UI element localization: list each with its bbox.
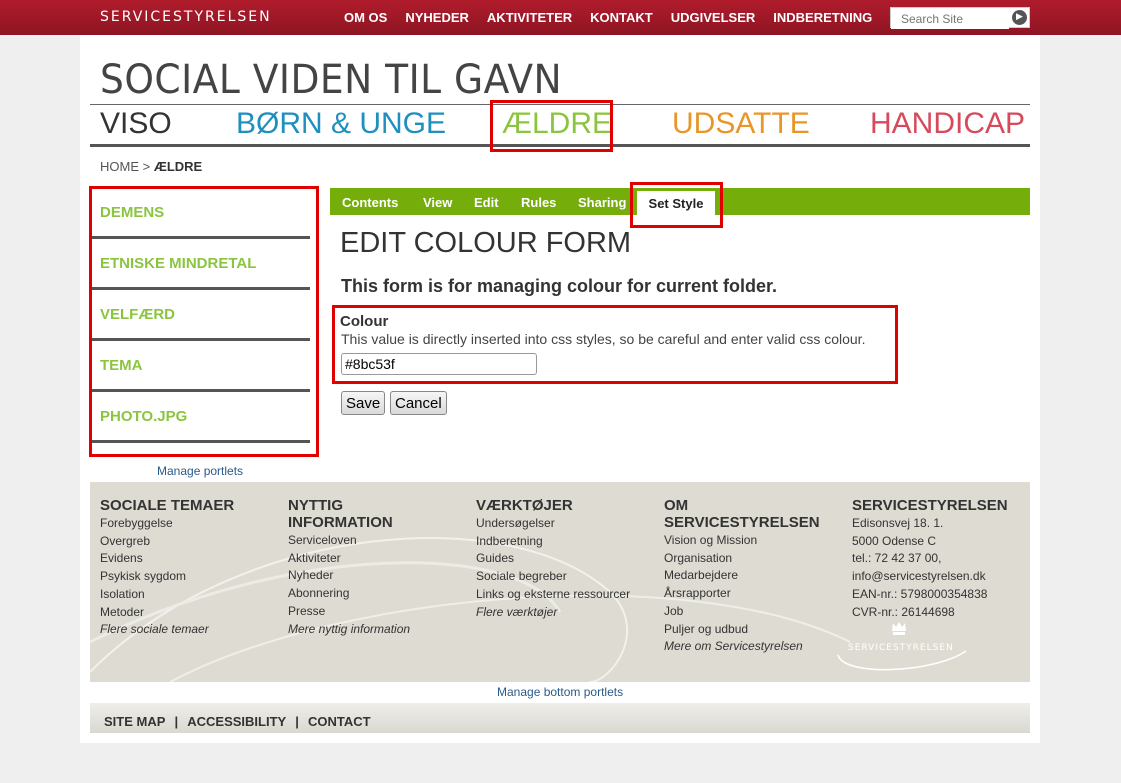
site-map-link[interactable]: SITE MAP [104, 714, 165, 729]
footer-more-link[interactable]: Mere nyttig information [288, 621, 468, 639]
cancel-button[interactable]: Cancel [390, 391, 447, 415]
breadcrumb-current: ÆLDRE [153, 159, 203, 174]
footer-link[interactable]: Nyheder [288, 567, 468, 585]
footer-col-sociale-temaer: SOCIALE TEMAER Forebyggelse Overgreb Evi… [100, 497, 280, 639]
footer-link[interactable]: Undersøgelser [476, 515, 656, 533]
top-nav: OM OS NYHEDER AKTIVITETER KONTAKT UDGIVE… [335, 10, 881, 25]
form-description: This form is for managing colour for cur… [341, 276, 778, 296]
tab-edit[interactable]: Edit [474, 195, 499, 210]
footer-col-nyttig-information: NYTTIG INFORMATION Serviceloven Aktivite… [288, 497, 468, 638]
search-box: ▶ [890, 7, 1030, 29]
footer-link[interactable]: Overgreb [100, 533, 280, 551]
footer-link[interactable]: Presse [288, 603, 468, 621]
footer-col-contact: SERVICESTYRELSEN Edisonsvej 18. 1. 5000 … [852, 497, 1030, 621]
bottom-links-bar: SITE MAP | ACCESSIBILITY | CONTACT [90, 703, 1030, 733]
footer-col-om-servicestyrelsen: OM SERVICESTYRELSEN Vision og Mission Or… [664, 497, 844, 656]
page: SOCIAL VIDEN TIL GAVN VISO BØRN & UNGE Æ… [80, 35, 1040, 743]
top-nav-aktiviteter[interactable]: AKTIVITETER [487, 10, 572, 25]
footer-link[interactable]: Organisation [664, 550, 844, 568]
footer-link[interactable]: Medarbejdere [664, 567, 844, 585]
save-button[interactable]: Save [341, 391, 386, 415]
highlight-box [89, 186, 319, 457]
search-input[interactable] [891, 9, 1009, 29]
phone-text: tel.: 72 42 37 00, [852, 551, 942, 566]
footer-col-title: OM SERVICESTYRELSEN [664, 497, 820, 531]
top-bar: SERVICESTYRELSEN OM OS NYHEDER AKTIVITET… [0, 0, 1121, 35]
tab-view[interactable]: View [423, 195, 452, 210]
page-title: EDIT COLOUR FORM [340, 227, 632, 259]
highlight-box [630, 182, 723, 228]
breadcrumb-separator: > [142, 159, 151, 174]
section-viso[interactable]: VISO [100, 107, 172, 141]
footer-link[interactable]: Aktiviteter [288, 550, 468, 568]
servicestyrelsen-logo: SERVICESTYRELSEN [834, 621, 970, 673]
email-link[interactable]: info@servicestyrelsen.dk [852, 568, 1030, 586]
address-line: 5000 Odense C [852, 533, 937, 548]
brand-logo[interactable]: SERVICESTYRELSEN [100, 9, 272, 25]
section-handicap[interactable]: HANDICAP [870, 107, 1025, 141]
footer-link[interactable]: Isolation [100, 586, 280, 604]
footer-link[interactable]: Metoder [100, 604, 280, 622]
search-go-icon[interactable]: ▶ [1012, 10, 1027, 25]
footer-col-title: NYTTIG INFORMATION [288, 497, 393, 531]
footer-more-link[interactable]: Flere værktøjer [476, 604, 656, 622]
footer-link[interactable]: Abonnering [288, 585, 468, 603]
footer-col-title: SERVICESTYRELSEN [852, 497, 1008, 514]
top-nav-kontakt[interactable]: KONTAKT [590, 10, 653, 25]
breadcrumb: HOME > ÆLDRE [100, 159, 202, 174]
highlight-box [490, 100, 613, 152]
footer-link[interactable]: Årsrapporter [664, 585, 844, 603]
footer-more-link[interactable]: Mere om Servicestyrelsen [664, 638, 844, 656]
separator: | [174, 714, 179, 729]
address-line: Edisonsvej 18. 1. [852, 516, 944, 530]
footer-more-link[interactable]: Flere sociale temaer [100, 621, 280, 639]
top-nav-nyheder[interactable]: NYHEDER [405, 10, 469, 25]
manage-bottom-portlets-link[interactable]: Manage bottom portlets [497, 685, 623, 699]
footer-link[interactable]: Forebyggelse [100, 515, 280, 533]
tab-contents[interactable]: Contents [342, 195, 398, 210]
footer-link[interactable]: Links og eksterne ressourcer [476, 586, 656, 604]
footer-col-title: SOCIALE TEMAER [100, 497, 235, 514]
separator: | [295, 714, 299, 729]
section-born-unge[interactable]: BØRN & UNGE [236, 107, 446, 141]
footer-link[interactable]: Vision og Mission [664, 532, 844, 550]
contact-link[interactable]: CONTACT [308, 714, 371, 729]
tab-rules[interactable]: Rules [521, 195, 556, 210]
footer-link[interactable]: Indberetning [476, 533, 656, 551]
section-udsatte[interactable]: UDSATTE [672, 107, 810, 141]
tab-sharing[interactable]: Sharing [578, 195, 626, 210]
footer-link[interactable]: Sociale begreber [476, 568, 656, 586]
footer-link[interactable]: Job [664, 603, 844, 621]
top-nav-udgivelser[interactable]: UDGIVELSER [671, 10, 756, 25]
top-nav-indberetning[interactable]: INDBERETNING [773, 10, 872, 25]
manage-portlets-link[interactable]: Manage portlets [157, 464, 243, 478]
cvr-text: CVR-nr.: 26144698 [852, 604, 955, 619]
footer-link[interactable]: Psykisk sygdom [100, 568, 280, 586]
highlight-box [332, 305, 898, 384]
footer-col-vaerktojer: VÆRKTØJER Undersøgelser Indberetning Gui… [476, 497, 656, 621]
top-nav-om-os[interactable]: OM OS [344, 10, 387, 25]
footer-link[interactable]: Guides [476, 550, 656, 568]
site-title[interactable]: SOCIAL VIDEN TIL GAVN [100, 57, 562, 103]
footer-link[interactable]: Serviceloven [288, 532, 468, 550]
breadcrumb-home[interactable]: HOME [100, 159, 139, 174]
footer-link[interactable]: Evidens [100, 550, 280, 568]
accessibility-link[interactable]: ACCESSIBILITY [187, 714, 286, 729]
ean-text: EAN-nr.: 5798000354838 [852, 586, 988, 601]
footer: SOCIALE TEMAER Forebyggelse Overgreb Evi… [90, 482, 1030, 682]
logo-text: SERVICESTYRELSEN [848, 643, 954, 653]
footer-col-title: VÆRKTØJER [476, 497, 573, 514]
footer-link[interactable]: Puljer og udbud [664, 621, 844, 639]
